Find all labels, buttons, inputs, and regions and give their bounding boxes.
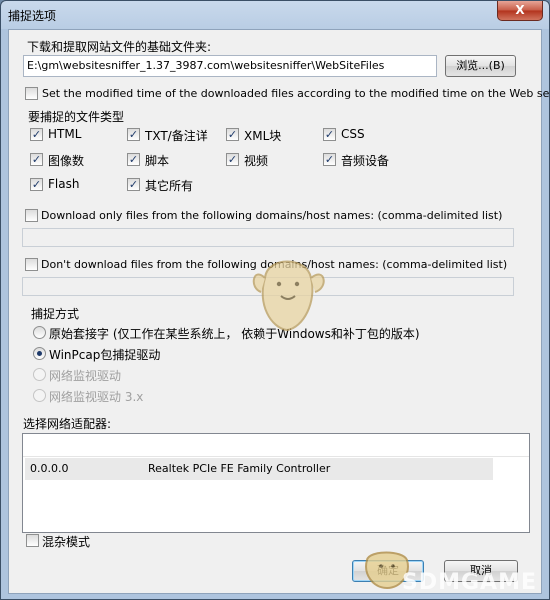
base-folder-input[interactable]: E:\gm\websitesniffer_1.37_3987.com\websi… [23,55,437,77]
capture-netmon-radio[interactable] [33,368,46,381]
radio-selected-dot [37,351,42,356]
download-only-label: Download only files from the following d… [41,209,503,222]
filetype-other-checkbox[interactable]: ✓ [127,178,140,191]
filetype-flash-checkbox[interactable]: ✓ [30,178,43,191]
filetype-css-label: CSS [341,127,365,141]
dont-download-checkbox[interactable] [25,258,38,271]
base-folder-label: 下载和提取网站文件的基础文件夹: [27,40,212,54]
capture-netmon3-radio[interactable] [33,389,46,402]
filetype-audio-label: 音频设备 [341,154,390,168]
adapter-list-header [23,434,529,457]
filetype-video-checkbox[interactable]: ✓ [226,153,239,166]
adapter-row[interactable]: 0.0.0.0 Realtek PCIe FE Family Controlle… [25,458,493,480]
filetype-image-label: 图像数 [48,154,85,168]
filetype-image-checkbox[interactable]: ✓ [30,153,43,166]
set-modified-time-label: Set the modified time of the downloaded … [42,87,550,100]
filetype-css-checkbox[interactable]: ✓ [323,128,336,141]
capture-winpcap-radio[interactable] [33,347,46,360]
file-types-label: 要捕捉的文件类型 [28,110,125,124]
dialog-body: 下载和提取网站文件的基础文件夹: E:\gm\websitesniffer_1.… [8,29,549,595]
filetype-xml-checkbox[interactable]: ✓ [226,128,239,141]
filetype-script-checkbox[interactable]: ✓ [127,153,140,166]
adapter-list[interactable]: 0.0.0.0 Realtek PCIe FE Family Controlle… [22,433,530,533]
close-icon: X [515,3,525,17]
window-title: 捕捉选项 [8,9,57,23]
adapter-name: Realtek PCIe FE Family Controller [148,462,331,475]
promiscuous-checkbox[interactable] [26,534,39,547]
dialog-window: 捕捉选项 X 下载和提取网站文件的基础文件夹: E:\gm\websitesni… [0,0,550,600]
download-only-checkbox[interactable] [25,209,38,222]
capture-netmon3-label: 网络监视驱动 3.x [49,390,144,404]
filetype-html-checkbox[interactable]: ✓ [30,128,43,141]
title-bar[interactable]: 捕捉选项 X [1,1,549,29]
filetype-txt-label: TXT/备注详 [145,129,208,143]
dont-download-input[interactable] [22,277,514,296]
capture-netmon-label: 网络监视驱动 [49,369,122,383]
filetype-script-label: 脚本 [145,154,170,168]
filetype-xml-label: XML块 [244,129,282,143]
filetype-html-label: HTML [48,127,82,141]
set-modified-time-checkbox[interactable] [25,87,38,100]
watermark-text: SDMGAME [402,570,538,595]
capture-raw-socket-radio[interactable] [33,326,46,339]
dont-download-label: Don't download files from the following … [41,258,508,271]
filetype-other-label: 其它所有 [145,179,194,193]
filetype-txt-checkbox[interactable]: ✓ [127,128,140,141]
filetype-video-label: 视频 [244,154,269,168]
capture-winpcap-label: WinPcap包捕捉驱动 [49,348,161,362]
adapters-label: 选择网络适配器: [23,417,112,431]
download-only-input[interactable] [22,228,514,247]
filetype-audio-checkbox[interactable]: ✓ [323,153,336,166]
promiscuous-label: 混杂模式 [42,535,91,549]
filetype-flash-label: Flash [48,177,80,191]
capture-method-label: 捕捉方式 [31,307,80,321]
adapter-ip: 0.0.0.0 [30,462,69,475]
browse-button[interactable]: 浏览...(B) [445,55,516,77]
capture-raw-socket-label: 原始套接字 (仅工作在某些系统上， 依赖于Windows和补丁包的版本) [49,327,420,341]
close-button[interactable]: X [497,1,543,21]
